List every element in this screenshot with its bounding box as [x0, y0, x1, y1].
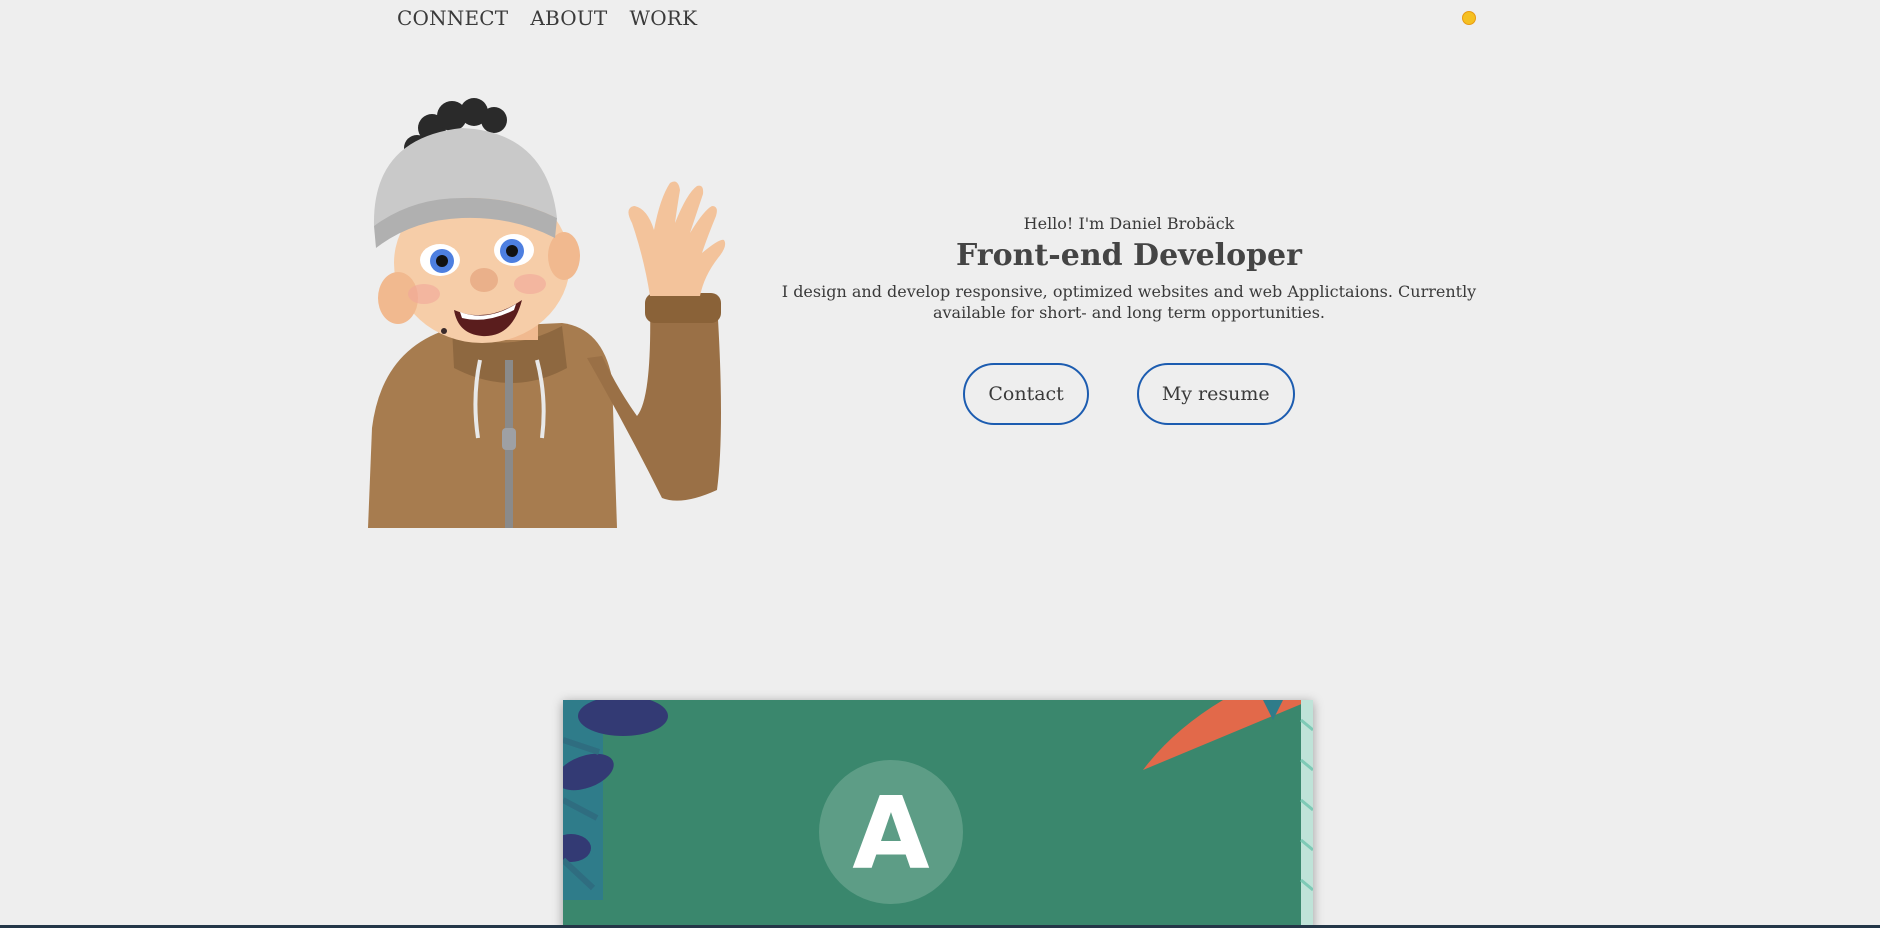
hero-title: Front-end Developer [956, 238, 1302, 273]
work-project-card[interactable]: A [563, 700, 1313, 928]
top-nav: CONNECT ABOUT WORK [397, 6, 697, 30]
waving-avatar-image [368, 98, 726, 528]
project-logo: A [852, 775, 929, 892]
nav-work[interactable]: WORK [629, 6, 697, 30]
page: CONNECT ABOUT WORK Hello! I'm Daniel Bro… [0, 0, 1880, 928]
hero-description: I design and develop responsive, optimiz… [781, 282, 1477, 322]
sun-icon[interactable] [1462, 11, 1476, 25]
project-thumbnail: A [563, 700, 1313, 928]
hero-section: Hello! I'm Daniel Brobäck Front-end Deve… [748, 214, 1510, 425]
nav-connect[interactable]: CONNECT [397, 6, 508, 30]
hero-greeting: Hello! I'm Daniel Brobäck [1023, 214, 1235, 233]
contact-button[interactable]: Contact [963, 363, 1089, 425]
nav-about[interactable]: ABOUT [530, 6, 607, 30]
hero-buttons: Contact My resume [748, 363, 1510, 425]
resume-button[interactable]: My resume [1136, 363, 1295, 425]
